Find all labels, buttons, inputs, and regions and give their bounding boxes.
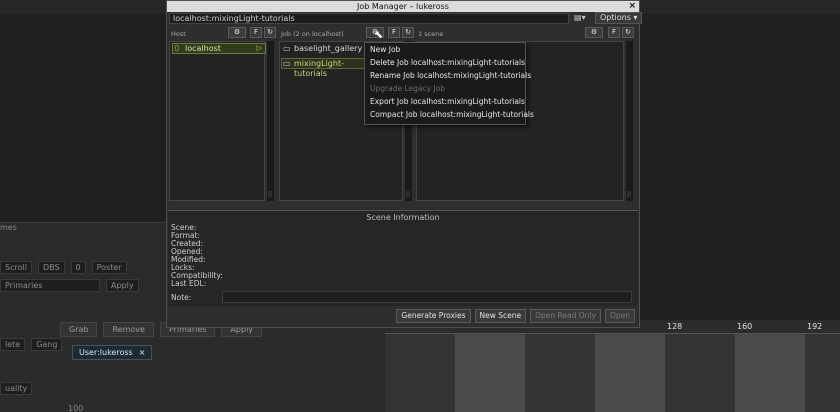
remove-button[interactable]: Remove [103, 322, 154, 337]
primaries-select[interactable]: Primaries [0, 279, 100, 292]
menu-item-new-job[interactable]: New Job [365, 43, 525, 56]
quality-select-partial[interactable]: uality [0, 382, 33, 395]
scroll-row: Scroll DBS 0 Poster [0, 261, 127, 274]
window-button-bar: Generate Proxies New Scene Open Read Onl… [168, 309, 638, 325]
host-gear-icon[interactable]: ⚙ [228, 27, 246, 38]
timeline-tick: 160 [737, 322, 753, 331]
scene-column-label: 1 scene [418, 30, 444, 38]
partial-label: mes [0, 223, 17, 232]
job-item-mixinglight-tutorials[interactable]: ▭ mixingLight-tutorials [281, 58, 367, 78]
timeline[interactable]: 128 160 192 [385, 320, 840, 412]
host-scrollbar[interactable]: || [266, 41, 274, 201]
menu-item-delete-job[interactable]: Delete Job localhost:mixingLight-tutoria… [365, 56, 525, 69]
options-label: Options [600, 13, 631, 22]
open-read-only-button: Open Read Only [530, 309, 601, 323]
dbs-value[interactable]: 0 [70, 261, 86, 274]
host-filter-button[interactable]: F [250, 27, 262, 38]
timeline-band [385, 334, 455, 412]
timeline-band [525, 334, 595, 412]
job-context-menu: New Job Delete Job localhost:mixingLight… [364, 42, 534, 125]
apply-button-bg[interactable]: Apply [106, 279, 139, 292]
scene-info-fields: Scene: Format: Created: Opened: Modified… [171, 224, 223, 288]
job-path-field[interactable]: localhost:mixingLight-tutorials [169, 13, 569, 24]
job-column-label: Job (2 on localhost) [281, 30, 344, 38]
chevron-down-icon: ▾ [633, 13, 638, 22]
timeline-band [805, 334, 840, 412]
grip-icon[interactable]: || [627, 191, 631, 198]
job-item-baselight-gallery[interactable]: ▭ baselight_gallery [282, 44, 362, 55]
delete-button-partial[interactable]: lete [0, 338, 26, 351]
host-column-label: Host [171, 30, 186, 38]
folder-icon: ▭ [283, 59, 291, 68]
close-icon[interactable]: × [628, 1, 636, 12]
bookmark-icon[interactable]: ▤▾ [574, 13, 586, 24]
new-scene-button[interactable]: New Scene [474, 309, 527, 323]
grip-icon[interactable]: || [268, 191, 272, 198]
quality-row: uality [0, 382, 33, 395]
mouse-cursor-icon: ⬉ [374, 28, 384, 41]
window-titlebar[interactable]: Job Manager – lukeross × [167, 1, 639, 12]
scene-information-title: Scene Information [366, 213, 440, 222]
menu-item-upgrade-legacy-job: Upgrade Legacy Job [370, 84, 445, 93]
window-title: Job Manager – lukeross [357, 2, 449, 11]
user-tab[interactable]: User:lukeross × [72, 345, 153, 360]
scroll-toggle[interactable]: Scroll [0, 261, 32, 274]
generate-proxies-button[interactable]: Generate Proxies [396, 309, 471, 323]
scene-information-panel: Scene Information Scene: Format: Created… [168, 210, 638, 306]
timeline-band [595, 334, 665, 412]
timeline-tick: 192 [807, 322, 823, 331]
timeline-tick: 128 [667, 322, 683, 331]
grip-icon[interactable]: || [406, 191, 410, 198]
computer-icon: ▯ [175, 44, 179, 52]
timeline-band [665, 334, 735, 412]
gang-button[interactable]: Gang [31, 338, 63, 351]
job-item-label: baselight_gallery [294, 44, 363, 53]
right-viewer-area [640, 14, 840, 320]
partial-label-row: mes [0, 223, 17, 232]
host-item-localhost[interactable]: ▯ localhost ▷ [172, 43, 266, 54]
bottom-value: 100 [68, 404, 84, 412]
menu-item-rename-job[interactable]: Rename Job localhost:mixingLight-tutoria… [365, 69, 531, 82]
note-field[interactable] [222, 291, 632, 303]
delete-row: lete Gang [0, 338, 63, 351]
host-refresh-icon[interactable]: ↻ [264, 27, 276, 38]
left-viewer-area [0, 14, 168, 224]
primaries-row: Primaries Apply [0, 279, 139, 292]
options-button[interactable]: Options ▾ [595, 12, 643, 24]
timeline-band [735, 334, 805, 412]
timeline-band [455, 334, 525, 412]
dbs-toggle[interactable]: DBS [37, 261, 65, 274]
menu-item-export-job[interactable]: Export Job localhost:mixingLight-tutoria… [365, 95, 525, 108]
scene-filter-button[interactable]: F [608, 27, 620, 38]
scene-scrollbar[interactable]: || [625, 41, 633, 201]
play-icon: ▷ [256, 44, 262, 52]
bottom-value-row: 100 [68, 404, 83, 412]
chevron-down-icon[interactable]: ▾ [582, 13, 586, 22]
job-refresh-icon[interactable]: ↻ [402, 27, 414, 38]
note-label: Note: [171, 293, 192, 302]
job-filter-button[interactable]: F [388, 27, 400, 38]
poster-select[interactable]: Poster [91, 261, 127, 274]
folder-icon: ▭ [283, 44, 291, 53]
close-icon[interactable]: × [139, 348, 146, 357]
host-item-label: localhost [185, 44, 221, 53]
host-list[interactable] [169, 41, 265, 201]
menu-item-compact-job[interactable]: Compact Job localhost:mixingLight-tutori… [365, 108, 534, 121]
open-button: Open [604, 309, 635, 323]
scene-gear-icon[interactable]: ⚙ [585, 27, 603, 38]
user-tab-label: User:lukeross [79, 348, 133, 357]
grab-button[interactable]: Grab [60, 322, 98, 337]
scene-refresh-icon[interactable]: ↻ [622, 27, 634, 38]
last-edl-field-label: Last EDL: [171, 279, 207, 288]
